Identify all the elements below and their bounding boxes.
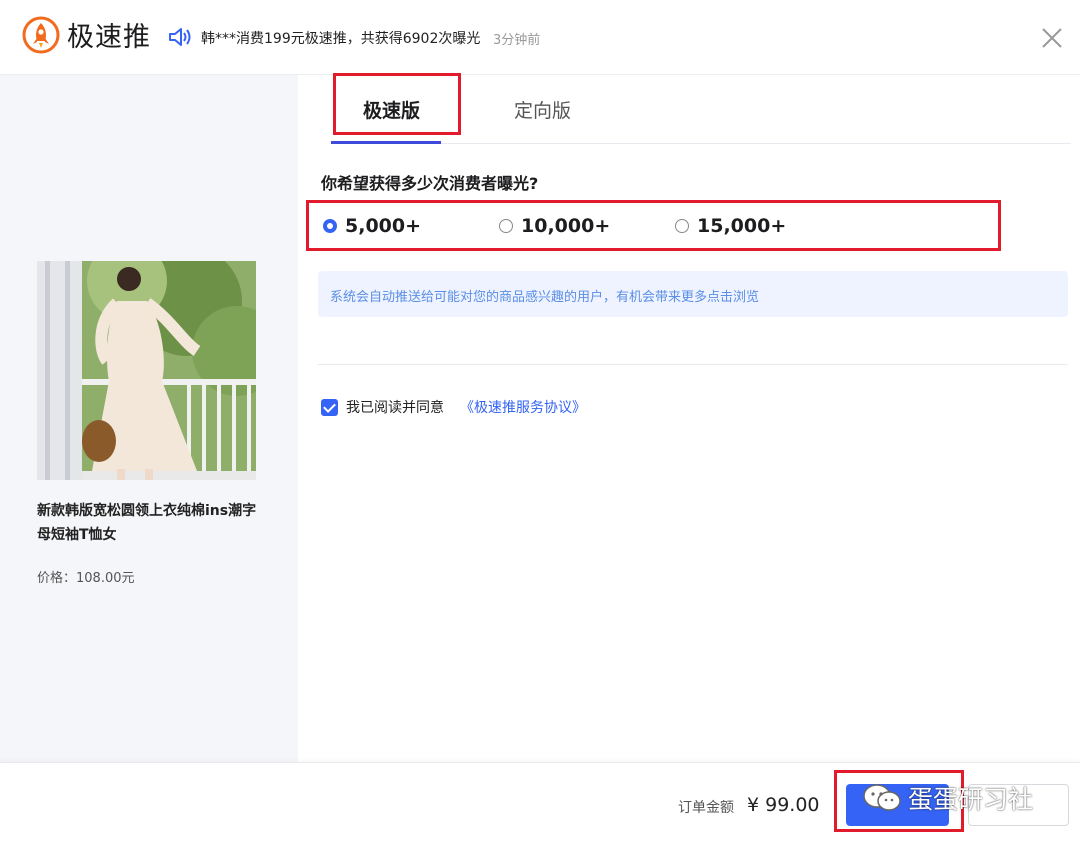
- section-divider: [318, 364, 1068, 365]
- info-notice: 系统会自动推送给可能对您的商品感兴趣的用户，有机会带来更多点击浏览: [318, 271, 1068, 317]
- wechat-icon: [863, 784, 901, 811]
- purchase-ticker: 韩***消费199元极速推，共获得6902次曝光: [201, 31, 481, 47]
- agreement-row: 我已阅读并同意 《极速推服务协议》: [321, 397, 586, 417]
- order-amount: ¥ 99.00: [747, 794, 820, 816]
- close-icon[interactable]: [1040, 26, 1064, 50]
- product-price: 价格：108.00元: [37, 571, 135, 586]
- highlight-box-tab: [333, 73, 461, 135]
- app-title: 极速推: [67, 22, 151, 53]
- watermark-text: 蛋蛋研习社: [908, 785, 1034, 814]
- tab-targeted[interactable]: 定向版: [514, 96, 571, 123]
- highlight-box-options: [306, 200, 1001, 251]
- product-image: [37, 261, 256, 480]
- active-tab-indicator: [331, 141, 441, 144]
- agreement-link[interactable]: 《极速推服务协议》: [460, 397, 586, 417]
- product-panel: 新款韩版宽松圆领上衣纯棉ins潮字母短袖T恤女 价格：108.00元: [0, 75, 298, 762]
- dialog-header: 极速推 韩***消费199元极速推，共获得6902次曝光 3分钟前: [0, 0, 1080, 75]
- product-name: 新款韩版宽松圆领上衣纯棉ins潮字母短袖T恤女: [37, 503, 257, 543]
- tab-divider: [331, 143, 1071, 144]
- exposure-question: 你希望获得多少次消费者曝光?: [321, 174, 539, 193]
- watermark: 蛋蛋研习社: [862, 780, 1033, 816]
- speaker-icon: [169, 28, 191, 46]
- agreement-checkbox[interactable]: [321, 398, 338, 416]
- rocket-logo-icon: [22, 16, 60, 54]
- agreement-text: 我已阅读并同意: [346, 400, 444, 416]
- order-amount-label: 订单金额: [678, 800, 734, 816]
- ticker-time: 3分钟前: [493, 33, 541, 48]
- notice-text: 系统会自动推送给可能对您的商品感兴趣的用户，有机会带来更多点击浏览: [330, 290, 760, 305]
